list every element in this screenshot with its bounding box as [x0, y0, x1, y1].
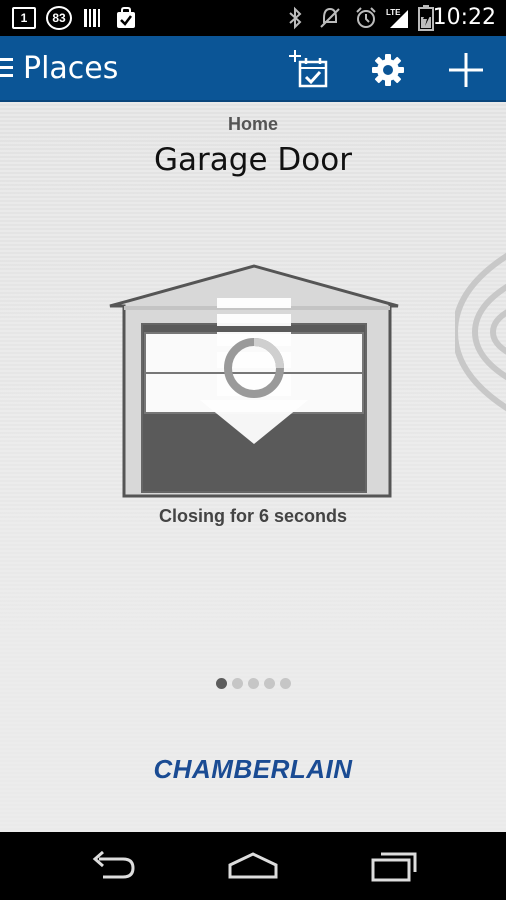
- status-bar: 1 83 LTE 10:22: [0, 0, 506, 36]
- battery-icon: [418, 5, 434, 31]
- page-title[interactable]: Places: [23, 50, 118, 88]
- page-dot[interactable]: [247, 678, 259, 689]
- mute-icon: [318, 6, 342, 30]
- brand-logo: CHAMBERLAIN: [153, 754, 353, 784]
- device-name: Garage Door: [154, 142, 352, 178]
- gear-icon: [372, 54, 404, 86]
- alarm-icon: [354, 6, 378, 30]
- status-time: 10:22: [432, 5, 496, 30]
- garage-door-icon: [109, 264, 399, 498]
- door-status-message: Closing for 6 seconds: [158, 506, 348, 526]
- notification-count: 83: [46, 6, 72, 30]
- page-dot[interactable]: [263, 678, 275, 689]
- garage-door-control[interactable]: [108, 262, 400, 502]
- back-icon: [92, 851, 135, 879]
- action-bar: Places: [0, 36, 506, 102]
- home-icon: [228, 852, 278, 879]
- calendar-notification-icon: 1: [12, 6, 36, 30]
- signal-icon: LTE: [386, 6, 412, 30]
- network-label: LTE: [386, 8, 401, 17]
- barcode-icon: [82, 6, 104, 30]
- page-dot[interactable]: [279, 678, 291, 689]
- shopping-bag-check-icon: [114, 6, 138, 30]
- page-indicator[interactable]: [0, 678, 506, 689]
- add-schedule-button[interactable]: [284, 44, 336, 96]
- navigation-bar: [0, 832, 506, 900]
- page-dot[interactable]: [231, 678, 243, 689]
- notification-count-icon: 83: [46, 6, 72, 30]
- page-dot[interactable]: [215, 678, 227, 689]
- settings-button[interactable]: [362, 44, 414, 96]
- calendar-day: 1: [12, 7, 36, 29]
- bluetooth-icon: [286, 6, 304, 30]
- recent-apps-icon: [371, 852, 417, 882]
- menu-icon[interactable]: [0, 58, 14, 80]
- add-button[interactable]: [440, 44, 492, 96]
- plus-icon: [449, 53, 483, 87]
- home-button[interactable]: [218, 844, 288, 888]
- recent-apps-button[interactable]: [360, 844, 430, 888]
- add-schedule-icon: [289, 50, 328, 88]
- place-name: Home: [227, 114, 278, 134]
- device-panel: Home Garage Door Closing for 6 seconds C…: [0, 102, 506, 832]
- wireless-signal-icon: [451, 242, 506, 422]
- back-button[interactable]: [78, 844, 148, 888]
